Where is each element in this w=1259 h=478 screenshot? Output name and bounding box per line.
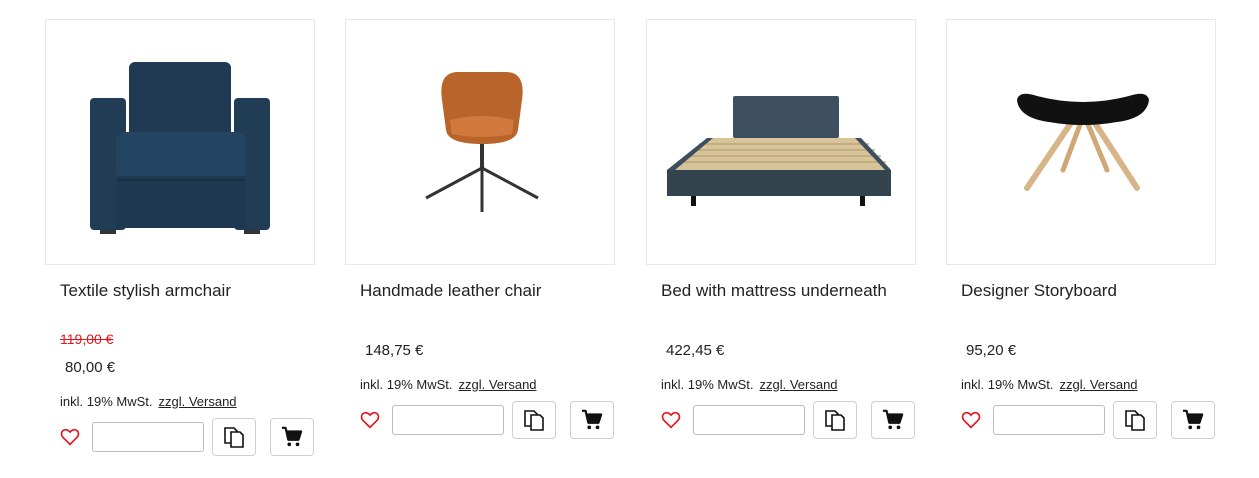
- add-to-cart-button[interactable]: [270, 418, 314, 456]
- designer-stool-image: [1017, 93, 1149, 191]
- product-image[interactable]: [45, 19, 315, 265]
- add-to-cart-button[interactable]: [871, 401, 915, 439]
- bed-image: [667, 96, 891, 206]
- tax-info: inkl. 19% MwSt. zzgl. Versand: [961, 377, 1138, 392]
- tax-label: inkl. 19% MwSt.: [360, 377, 453, 392]
- product-card: Textile stylish armchair 119,00 € 80,00 …: [45, 19, 315, 469]
- cart-icon: [882, 409, 904, 430]
- tax-label: inkl. 19% MwSt.: [961, 377, 1054, 392]
- compare-icon: [1125, 410, 1145, 431]
- tax-label: inkl. 19% MwSt.: [60, 394, 153, 409]
- product-actions: [360, 401, 618, 441]
- compare-icon: [825, 410, 845, 431]
- old-price: 119,00 €: [60, 331, 114, 347]
- product-actions: [661, 401, 919, 441]
- product-image[interactable]: [946, 19, 1216, 265]
- compare-button[interactable]: [813, 401, 857, 439]
- quantity-input[interactable]: [693, 405, 805, 435]
- heart-icon[interactable]: [961, 411, 981, 429]
- armchair-image: [90, 62, 270, 234]
- shipping-link[interactable]: zzgl. Versand: [458, 377, 536, 392]
- product-card: Bed with mattress underneath 422,45 € in…: [646, 19, 916, 469]
- product-price: 422,45 €: [666, 342, 725, 359]
- product-title[interactable]: Designer Storyboard: [961, 281, 1117, 301]
- product-actions: [60, 418, 318, 458]
- cart-icon: [1182, 409, 1204, 430]
- tax-label: inkl. 19% MwSt.: [661, 377, 754, 392]
- product-card: Designer Storyboard 95,20 € inkl. 19% Mw…: [946, 19, 1216, 469]
- quantity-input[interactable]: [993, 405, 1105, 435]
- shipping-link[interactable]: zzgl. Versand: [1059, 377, 1137, 392]
- compare-icon: [224, 427, 244, 448]
- product-actions: [961, 401, 1219, 441]
- compare-button[interactable]: [512, 401, 556, 439]
- tax-info: inkl. 19% MwSt. zzgl. Versand: [661, 377, 838, 392]
- compare-button[interactable]: [212, 418, 256, 456]
- cart-icon: [281, 426, 303, 447]
- heart-icon[interactable]: [60, 428, 80, 446]
- compare-icon: [524, 410, 544, 431]
- add-to-cart-button[interactable]: [570, 401, 614, 439]
- compare-button[interactable]: [1113, 401, 1157, 439]
- quantity-input[interactable]: [92, 422, 204, 452]
- product-title[interactable]: Textile stylish armchair: [60, 281, 231, 301]
- shipping-link[interactable]: zzgl. Versand: [158, 394, 236, 409]
- heart-icon[interactable]: [661, 411, 681, 429]
- tax-info: inkl. 19% MwSt. zzgl. Versand: [360, 377, 537, 392]
- product-price: 148,75 €: [365, 342, 424, 359]
- product-title[interactable]: Bed with mattress underneath: [661, 281, 887, 301]
- product-image[interactable]: [345, 19, 615, 265]
- add-to-cart-button[interactable]: [1171, 401, 1215, 439]
- tax-info: inkl. 19% MwSt. zzgl. Versand: [60, 394, 237, 409]
- product-title[interactable]: Handmade leather chair: [360, 281, 541, 301]
- quantity-input[interactable]: [392, 405, 504, 435]
- heart-icon[interactable]: [360, 411, 380, 429]
- product-card: Handmade leather chair 148,75 € inkl. 19…: [345, 19, 615, 469]
- product-price: 80,00 €: [65, 359, 116, 376]
- leather-chair-image: [425, 72, 539, 212]
- shipping-link[interactable]: zzgl. Versand: [759, 377, 837, 392]
- cart-icon: [581, 409, 603, 430]
- product-price: 95,20 €: [966, 342, 1017, 359]
- product-image[interactable]: [646, 19, 916, 265]
